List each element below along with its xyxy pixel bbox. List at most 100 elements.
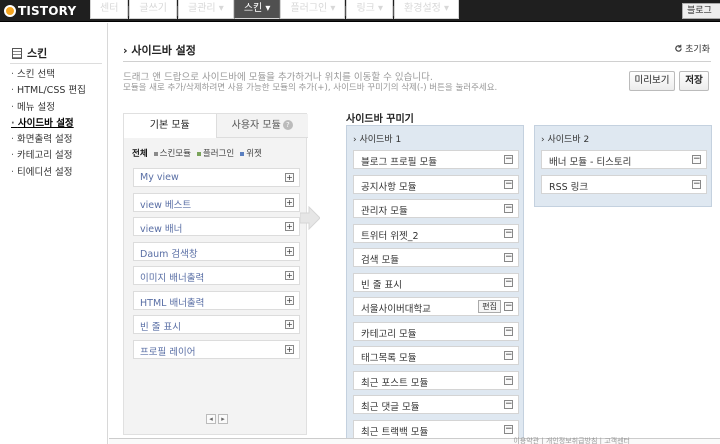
tab-label: 기본 모듈 bbox=[149, 120, 190, 131]
module-label: view 베스트 bbox=[140, 199, 192, 211]
blog-button[interactable]: 블로그 bbox=[682, 3, 720, 19]
placed-module[interactable]: 최근 포스트 모듈 − bbox=[353, 370, 519, 390]
skin-module-square-icon bbox=[153, 151, 158, 156]
module-label: 빈 줄 표시 bbox=[140, 322, 181, 333]
sidebar-item-display-settings[interactable]: 화면출력 설정 bbox=[11, 132, 86, 148]
placed-module[interactable]: 트위터 위젯_2 − bbox=[353, 223, 519, 243]
sidebar-item-html-css-edit[interactable]: HTML/CSS 편집 bbox=[11, 83, 86, 99]
placed-module[interactable]: 공지사항 모듈 − bbox=[353, 174, 519, 194]
sidebar-item-skin-select[interactable]: 스킨 선택 bbox=[11, 67, 86, 83]
remove-icon[interactable]: − bbox=[692, 179, 701, 189]
add-icon[interactable]: + bbox=[285, 222, 294, 231]
sidebar-1-items: 블로그 프로필 모듈 − 공지사항 모듈 − 관리자 모듈 − 트위터 위젯_2 − 검… bbox=[353, 150, 519, 444]
placed-module[interactable]: 관리자 모듈 − bbox=[353, 199, 519, 218]
module-label: 공지사항 모듈 bbox=[361, 181, 417, 193]
module-item[interactable]: view 베스트 + bbox=[133, 192, 300, 212]
add-icon[interactable]: + bbox=[285, 271, 294, 280]
remove-icon[interactable]: − bbox=[692, 155, 701, 164]
nav-item-post-manage[interactable]: 글관리 ▾ bbox=[178, 0, 234, 20]
description-line-2: 모듈을 새로 추가/삭제하려면 사용 가능한 모듈의 추가(+), 사이드바 꾸… bbox=[123, 83, 498, 93]
module-label: 최근 포스트 모듈 bbox=[361, 377, 429, 389]
filter-skin-module[interactable]: 스킨모듈 bbox=[153, 147, 191, 159]
module-label: view 배너 bbox=[140, 224, 183, 235]
placed-module[interactable]: 검색 모듈 − bbox=[353, 248, 519, 267]
placed-module[interactable]: 최근 댓글 모듈 − bbox=[353, 395, 519, 414]
module-label: My view bbox=[140, 172, 179, 183]
nav-item-write[interactable]: 글쓰기 bbox=[129, 0, 178, 20]
remove-icon[interactable]: − bbox=[504, 204, 513, 213]
filter-plugin[interactable]: 플러그인 bbox=[196, 147, 235, 159]
plugin-square-icon bbox=[196, 151, 201, 156]
module-item[interactable]: Daum 검색창 + bbox=[133, 241, 300, 261]
prev-page-icon[interactable]: ◂ bbox=[206, 414, 216, 424]
remove-icon[interactable]: − bbox=[504, 351, 513, 360]
decorate-title: 사이드바 꾸미기 bbox=[346, 114, 414, 125]
placed-module[interactable]: 서울사이버대학교 편집 − bbox=[353, 297, 519, 316]
placed-module[interactable]: 카테고리 모듈 − bbox=[353, 321, 519, 341]
filter-widget[interactable]: 위젯 bbox=[240, 147, 262, 159]
filter-all[interactable]: 전체 bbox=[132, 147, 148, 159]
remove-icon[interactable]: − bbox=[504, 179, 513, 189]
add-icon[interactable]: + bbox=[285, 197, 294, 207]
nav-item-center[interactable]: 센터 bbox=[90, 0, 129, 20]
nav-item-link[interactable]: 링크 ▾ bbox=[346, 0, 394, 20]
edit-button[interactable]: 편집 bbox=[478, 300, 501, 313]
sidebar-item-sidebar-settings[interactable]: 사이드바 설정 bbox=[11, 116, 86, 132]
module-tabs: 기본 모듈 사용자 모듈? bbox=[124, 114, 308, 138]
remove-icon[interactable]: − bbox=[504, 277, 513, 287]
help-icon[interactable]: ? bbox=[282, 120, 293, 130]
save-button[interactable]: 저장 bbox=[679, 71, 709, 91]
placed-module[interactable]: RSS 링크 − bbox=[541, 174, 707, 194]
nav-item-skin[interactable]: 스킨 ▾ bbox=[233, 0, 281, 20]
remove-icon[interactable]: − bbox=[504, 302, 513, 311]
left-sidebar: 스킨 스킨 선택 HTML/CSS 편집 메뉴 설정 사이드바 설정 화면출력 … bbox=[0, 23, 108, 444]
tistory-logo[interactable]: TISTORY bbox=[4, 2, 76, 20]
add-icon[interactable]: + bbox=[285, 344, 294, 354]
reset-icon bbox=[675, 44, 682, 52]
module-item[interactable]: 프로필 레이어 + bbox=[133, 339, 300, 359]
sidebar-item-menu-settings[interactable]: 메뉴 설정 bbox=[11, 100, 86, 116]
placed-module[interactable]: 빈 줄 표시 − bbox=[353, 272, 519, 292]
nav-item-plugin[interactable]: 플러그인 ▾ bbox=[280, 0, 346, 20]
preview-button[interactable]: 미리보기 bbox=[629, 71, 675, 91]
remove-icon[interactable]: − bbox=[504, 424, 513, 434]
add-icon[interactable]: + bbox=[285, 320, 294, 329]
nav-item-settings[interactable]: 환경설정 ▾ bbox=[394, 0, 460, 20]
reset-link[interactable]: 초기화 bbox=[674, 42, 710, 55]
logo-text: TISTORY bbox=[18, 4, 77, 18]
sidebar-menu: 스킨 선택 HTML/CSS 편집 메뉴 설정 사이드바 설정 화면출력 설정 … bbox=[11, 67, 86, 181]
module-item[interactable]: My view + bbox=[133, 168, 300, 187]
placed-module[interactable]: 최근 트랙백 모듈 − bbox=[353, 419, 519, 439]
remove-icon[interactable]: − bbox=[504, 375, 513, 385]
add-icon[interactable]: + bbox=[285, 295, 294, 305]
available-module-list: My view + view 베스트 + view 배너 + Daum 검색창 + 이미… bbox=[133, 168, 300, 364]
sidebar-2-column[interactable]: 사이드바 2 배너 모듈 - 티스토리 − RSS 링크 − bbox=[534, 125, 712, 207]
module-label: HTML 배너출력 bbox=[140, 297, 205, 309]
module-item[interactable]: view 배너 + bbox=[133, 217, 300, 236]
module-item[interactable]: 이미지 배너출력 + bbox=[133, 266, 300, 285]
remove-icon[interactable]: − bbox=[504, 228, 513, 238]
remove-icon[interactable]: − bbox=[504, 253, 513, 262]
remove-icon[interactable]: − bbox=[504, 155, 513, 164]
tab-basic-modules[interactable]: 기본 모듈 bbox=[124, 114, 217, 138]
filter-label: 플러그인 bbox=[202, 149, 235, 159]
drag-direction-arrow-icon bbox=[300, 206, 320, 230]
sidebar-1-column[interactable]: 사이드바 1 블로그 프로필 모듈 − 공지사항 모듈 − 관리자 모듈 − 트위터 … bbox=[346, 125, 524, 444]
placed-module[interactable]: 블로그 프로필 모듈 − bbox=[353, 150, 519, 169]
placed-module[interactable]: 태그목록 모듈 − bbox=[353, 346, 519, 365]
module-item[interactable]: HTML 배너출력 + bbox=[133, 290, 300, 310]
top-nav-menu: 센터 글쓰기 글관리 ▾ 스킨 ▾ 플러그인 ▾ 링크 ▾ 환경설정 ▾ bbox=[90, 0, 460, 22]
add-icon[interactable]: + bbox=[285, 246, 294, 256]
sidebar-item-tedition-settings[interactable]: 티에디션 설정 bbox=[11, 165, 86, 181]
remove-icon[interactable]: − bbox=[504, 400, 513, 409]
tistory-logo-icon bbox=[4, 5, 16, 17]
placed-module[interactable]: 배너 모듈 - 티스토리 − bbox=[541, 150, 707, 169]
add-icon[interactable]: + bbox=[285, 173, 294, 182]
tab-label: 사용자 모듈 bbox=[231, 120, 281, 131]
footer-links[interactable]: 이용약관 | 개인정보취급방침 | 고객센터 bbox=[513, 436, 630, 444]
sidebar-item-category-settings[interactable]: 카테고리 설정 bbox=[11, 148, 86, 164]
module-item[interactable]: 빈 줄 표시 + bbox=[133, 315, 300, 334]
remove-icon[interactable]: − bbox=[504, 326, 513, 336]
tab-user-modules[interactable]: 사용자 모듈? bbox=[216, 114, 308, 138]
next-page-icon[interactable]: ▸ bbox=[218, 414, 228, 424]
